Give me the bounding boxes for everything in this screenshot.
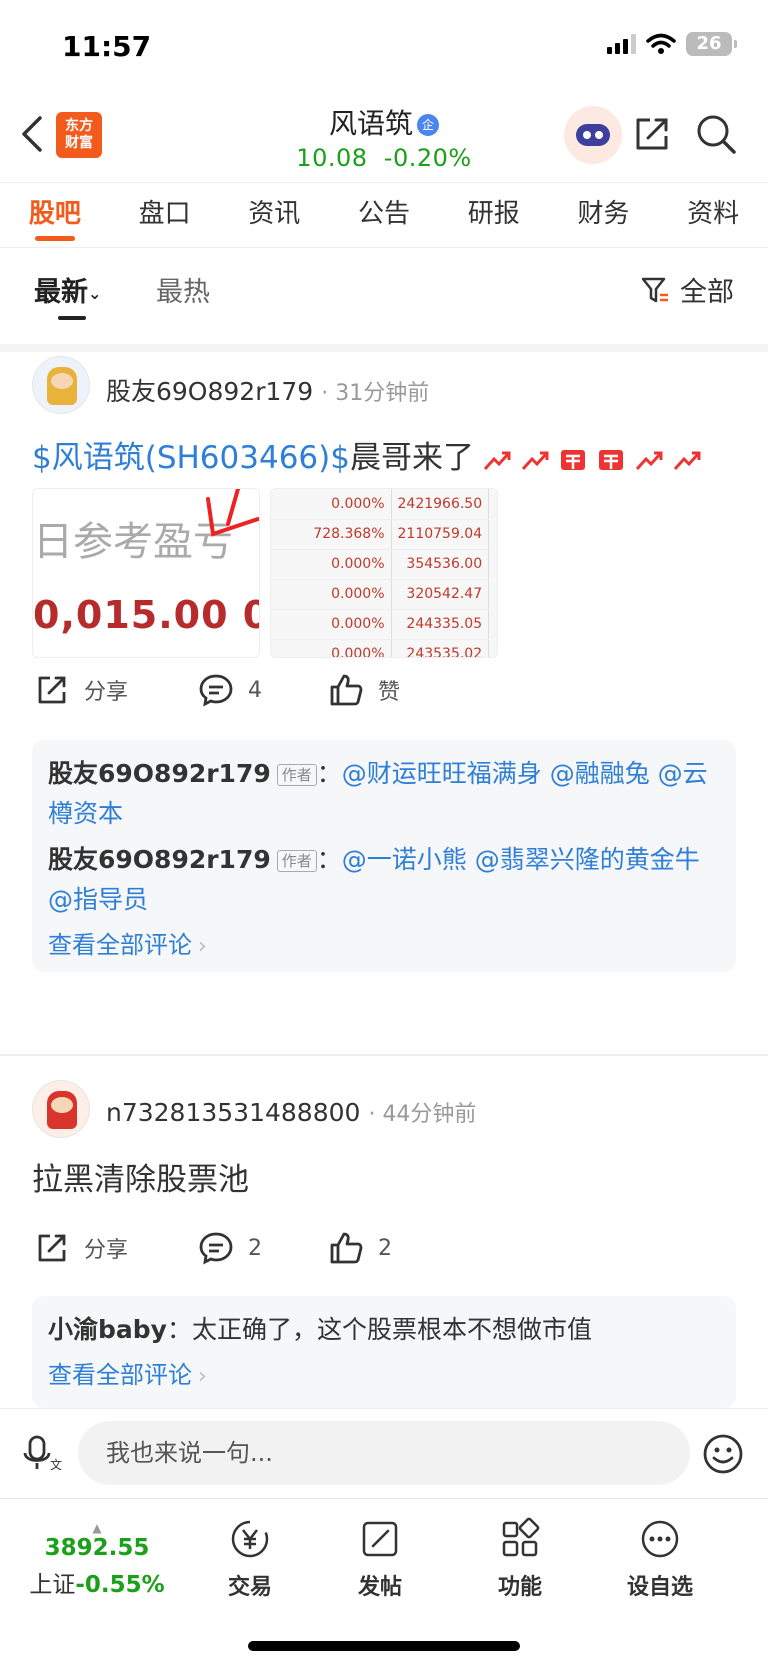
share-icon: [38, 1234, 66, 1262]
stock-price: 10.08: [296, 144, 368, 172]
edit-post-icon: [362, 1521, 398, 1557]
comment-button[interactable]: 4: [198, 672, 262, 708]
svg-text:文: 文: [50, 1457, 62, 1472]
comment-input-bar: 文 我也来说一句...: [0, 1408, 768, 1498]
stock-change: -0.20%: [383, 144, 472, 172]
rising-chart-emoji-icon: [521, 451, 549, 470]
post-actions: 分享 2 2: [0, 1230, 768, 1280]
chevron-down-icon: ⌄: [88, 284, 102, 303]
stock-link[interactable]: $风语筑(SH603466)$: [32, 440, 350, 476]
comment-icon: [199, 1232, 233, 1265]
sort-hot[interactable]: 最热: [156, 270, 210, 309]
share-icon: [38, 676, 66, 704]
divider: [0, 1054, 768, 1056]
view-all-comments[interactable]: 查看全部评论 ›: [48, 920, 720, 972]
tab-pankou[interactable]: 盘口: [110, 183, 220, 247]
voice-to-text-icon[interactable]: 文: [22, 1433, 62, 1473]
thumbs-up-icon: [330, 674, 363, 706]
comment-item: 小渝baby：太正确了，这个股票根本不想做市值: [48, 1315, 592, 1344]
comment-input[interactable]: 我也来说一句...: [78, 1421, 690, 1485]
avatar[interactable]: [32, 356, 90, 414]
emoji-icon[interactable]: [702, 1433, 744, 1475]
status-time: 11:57: [62, 30, 152, 63]
caret-up-icon: ▲: [92, 1521, 102, 1535]
share-icon[interactable]: [630, 112, 674, 156]
tab-finance[interactable]: 财务: [549, 183, 659, 247]
post-content[interactable]: 拉黑清除股票池: [32, 1154, 249, 1199]
tab-news[interactable]: 资讯: [219, 183, 329, 247]
comment-preview[interactable]: 股友69O892r179 作者 ：@财运旺旺福满身 @融融兔 @云樽资本 股友69O…: [32, 740, 736, 972]
sort-indicator: [58, 316, 86, 320]
robot-assistant-icon[interactable]: [564, 106, 622, 164]
thumbs-up-icon: [330, 1232, 363, 1264]
tab-profile[interactable]: 资料: [658, 183, 768, 247]
post-author[interactable]: n732813531488800 · 44分钟前: [106, 1096, 476, 1128]
section-tabs: 股吧 盘口 资讯 公告 研报 财务 资料: [0, 182, 768, 248]
buy-emoji-icon: [598, 449, 623, 470]
rising-chart-emoji-icon: [483, 451, 511, 470]
avatar[interactable]: [32, 1080, 90, 1138]
status-bar: 11:57 26: [0, 0, 768, 96]
more-dots-icon: [641, 1520, 679, 1558]
post-image[interactable]: 日参考盈亏 0,015.00 0.5: [32, 488, 260, 658]
post-time: 31分钟前: [335, 381, 430, 406]
nav-trade[interactable]: 交易: [190, 1517, 310, 1601]
post-actions: 分享 4 赞: [0, 672, 768, 722]
rising-chart-emoji-icon: [635, 451, 663, 470]
bottom-nav: ▲ 3892.55 上证-0.55% 交易 发帖 功能 设自选: [0, 1498, 768, 1663]
battery-icon: 26: [686, 32, 737, 56]
rising-chart-emoji-icon: [673, 451, 701, 470]
chevron-right-icon: ›: [198, 934, 207, 959]
tab-guba[interactable]: 股吧: [0, 183, 110, 247]
index-change: -0.55%: [75, 1572, 165, 1598]
comment-icon: [199, 674, 233, 707]
tab-research[interactable]: 研报: [439, 183, 549, 247]
like-button[interactable]: 2: [328, 1230, 392, 1266]
grid-apps-icon: [502, 1517, 540, 1557]
post-image[interactable]: 0.000% 2421966.50 728.368% 2110759.04 0.00…: [270, 488, 498, 658]
signal-icon: [607, 34, 636, 54]
post-content[interactable]: $风语筑(SH603466)$晨哥来了: [32, 432, 702, 477]
market-index[interactable]: ▲ 3892.55 上证-0.55%: [22, 1521, 172, 1599]
wifi-icon: [646, 33, 676, 54]
comment-item: 股友69O892r179 作者 ：@一诺小熊 @翡翠兴隆的黄金牛 @指导员: [48, 845, 700, 914]
status-icons: 26: [607, 32, 737, 56]
sort-bar: 最新⌄ 最热 全部: [0, 250, 768, 352]
sort-latest[interactable]: 最新⌄: [34, 270, 101, 309]
index-name: 上证: [29, 1572, 76, 1598]
comment-button[interactable]: 2: [198, 1230, 262, 1266]
share-button[interactable]: 分享: [34, 1230, 128, 1266]
comment-item: 股友69O892r179 作者 ：@财运旺旺福满身 @融融兔 @云樽资本: [48, 759, 708, 828]
comment-preview[interactable]: 小渝baby：太正确了，这个股票根本不想做市值 查看全部评论 ›: [32, 1296, 736, 1408]
post-author[interactable]: 股友69O892r179 · 31分钟前: [106, 372, 429, 408]
author-tag: 作者: [276, 764, 317, 786]
trade-yen-icon: [231, 1520, 269, 1558]
share-button[interactable]: 分享: [34, 672, 128, 708]
filter-icon: [641, 277, 668, 302]
home-indicator[interactable]: [248, 1641, 520, 1651]
chevron-right-icon: ›: [198, 1364, 207, 1389]
data-table-image: 0.000% 2421966.50 728.368% 2110759.04 0.00…: [271, 489, 490, 657]
stock-name: 风语筑: [328, 107, 413, 140]
stock-header: 东方财富 风语筑企 10.08 -0.20%: [0, 96, 768, 182]
post-time: 44分钟前: [382, 1102, 477, 1127]
search-icon[interactable]: [694, 112, 738, 156]
like-button[interactable]: 赞: [328, 672, 400, 708]
view-all-comments[interactable]: 查看全部评论 ›: [48, 1350, 720, 1402]
tab-announcements[interactable]: 公告: [329, 183, 439, 247]
index-value: 3892.55: [44, 1535, 150, 1561]
author-tag: 作者: [276, 850, 317, 872]
enterprise-badge: 企: [417, 114, 439, 136]
nav-functions[interactable]: 功能: [460, 1517, 580, 1601]
buy-emoji-icon: [560, 449, 585, 470]
nav-post[interactable]: 发帖: [320, 1517, 440, 1601]
nav-add-watchlist[interactable]: 设自选: [600, 1517, 720, 1601]
check-mark-icon: [206, 489, 259, 537]
filter-button[interactable]: 全部: [640, 270, 734, 309]
